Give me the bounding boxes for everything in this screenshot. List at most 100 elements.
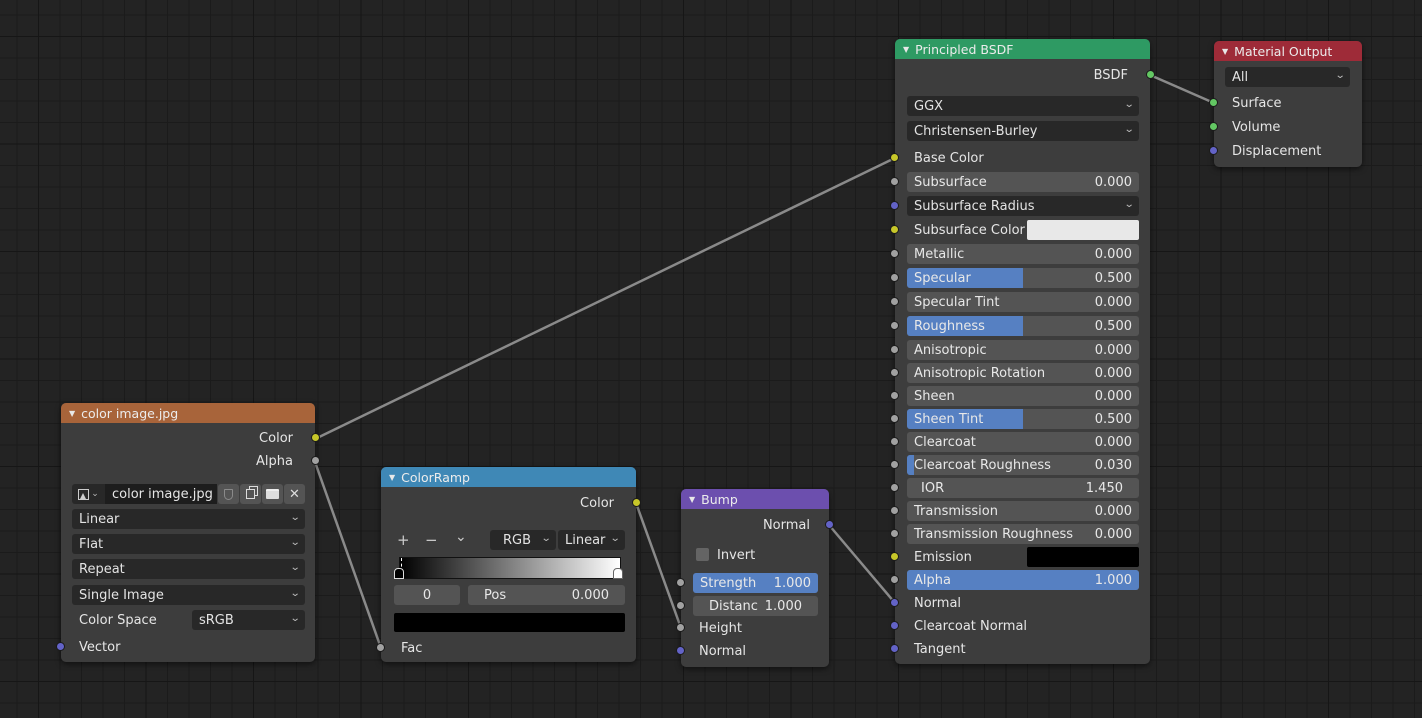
alpha-field[interactable]: Alpha 1.000 bbox=[907, 570, 1139, 590]
input-distance-socket[interactable] bbox=[676, 601, 685, 610]
color-stop-handle-black[interactable] bbox=[394, 568, 404, 579]
strength-field[interactable]: Strength 1.000 bbox=[693, 573, 818, 593]
input-metallic-socket[interactable] bbox=[890, 249, 899, 258]
input-sheen-socket[interactable] bbox=[890, 391, 899, 400]
input-anisotropic-socket[interactable] bbox=[890, 345, 899, 354]
input-sheen-tint-socket[interactable] bbox=[890, 414, 899, 423]
image-node-header[interactable]: ▼ color image.jpg bbox=[61, 403, 315, 423]
input-subsurface-radius-socket[interactable] bbox=[890, 201, 899, 210]
collapse-triangle-icon[interactable]: ▼ bbox=[69, 409, 75, 418]
input-roughness-socket[interactable] bbox=[890, 321, 899, 330]
subsurface-field[interactable]: Subsurface 0.000 bbox=[907, 172, 1139, 192]
color-space-dropdown[interactable]: sRGB ⌄ bbox=[192, 610, 305, 630]
collapse-triangle-icon[interactable]: ▼ bbox=[389, 473, 395, 482]
input-ior-socket[interactable] bbox=[890, 483, 899, 492]
sheen-label: Sheen bbox=[914, 388, 955, 404]
input-normal-socket[interactable] bbox=[676, 646, 685, 655]
input-subsurface-socket[interactable] bbox=[890, 177, 899, 186]
input-specular-tint-socket[interactable] bbox=[890, 297, 899, 306]
metallic-field[interactable]: Metallic 0.000 bbox=[907, 244, 1139, 264]
specular-tint-field[interactable]: Specular Tint 0.000 bbox=[907, 292, 1139, 312]
colorramp-node[interactable]: ▼ ColorRamp Color + − ⌄ RGB ⌄ Linear ⌄ 0 P… bbox=[376, 467, 641, 662]
color-ramp-gradient[interactable] bbox=[399, 557, 621, 579]
bsdf-node-header[interactable]: ▼ Principled BSDF bbox=[895, 39, 1150, 59]
specular-tint-value: 0.000 bbox=[1094, 294, 1132, 310]
input-volume-socket[interactable] bbox=[1209, 122, 1218, 131]
input-clearcoat-roughness-socket[interactable] bbox=[890, 460, 899, 469]
extension-dropdown[interactable]: Repeat ⌄ bbox=[72, 559, 305, 579]
input-tangent-socket[interactable] bbox=[890, 644, 899, 653]
subsurface-color-swatch[interactable] bbox=[1027, 220, 1139, 240]
input-alpha-socket[interactable] bbox=[890, 575, 899, 584]
anisotropic-field[interactable]: Anisotropic 0.000 bbox=[907, 340, 1139, 360]
input-fac-socket[interactable] bbox=[376, 643, 385, 652]
source-dropdown[interactable]: Single Image ⌄ bbox=[72, 585, 305, 605]
fake-user-button[interactable] bbox=[218, 484, 239, 504]
interpolation-dropdown[interactable]: Linear ⌄ bbox=[72, 509, 305, 529]
anisotropic-rotation-field[interactable]: Anisotropic Rotation 0.000 bbox=[907, 363, 1139, 383]
output-alpha-socket[interactable] bbox=[311, 456, 320, 465]
output-color-socket[interactable] bbox=[311, 433, 320, 442]
input-specular-socket[interactable] bbox=[890, 273, 899, 282]
color-stop-handle-white[interactable] bbox=[613, 568, 623, 579]
duplicate-button[interactable] bbox=[240, 484, 261, 504]
specular-field[interactable]: Specular 0.500 bbox=[907, 268, 1139, 288]
distribution-dropdown[interactable]: GGX ⌄ bbox=[907, 96, 1139, 116]
bump-node[interactable]: ▼ Bump Normal Invert Strength 1.000 Dist… bbox=[676, 489, 834, 667]
input-surface-socket[interactable] bbox=[1209, 98, 1218, 107]
input-subsurface-color-socket[interactable] bbox=[890, 225, 899, 234]
material-output-node[interactable]: ▼ Material Output All ⌄ Surface Volume Di… bbox=[1209, 41, 1362, 167]
add-stop-button[interactable]: + bbox=[397, 531, 410, 549]
remove-stop-button[interactable]: − bbox=[425, 531, 438, 549]
input-anisotropic-rotation-socket[interactable] bbox=[890, 368, 899, 377]
bump-node-header[interactable]: ▼ Bump bbox=[681, 489, 829, 509]
ramp-interpolation-dropdown[interactable]: Linear ⌄ bbox=[558, 530, 625, 550]
collapse-triangle-icon[interactable]: ▼ bbox=[689, 495, 695, 504]
collapse-triangle-icon[interactable]: ▼ bbox=[903, 45, 909, 54]
transmission-field[interactable]: Transmission 0.000 bbox=[907, 501, 1139, 521]
colorramp-node-header[interactable]: ▼ ColorRamp bbox=[381, 467, 636, 487]
clearcoat-roughness-field[interactable]: Clearcoat Roughness 0.030 bbox=[907, 455, 1139, 475]
image-texture-node[interactable]: ▼ color image.jpg Color Alpha ⌄ color im… bbox=[56, 403, 320, 662]
stop-color-swatch[interactable] bbox=[394, 613, 625, 632]
input-clearcoat-normal-socket[interactable] bbox=[890, 621, 899, 630]
input-strength-socket[interactable] bbox=[676, 578, 685, 587]
emission-swatch[interactable] bbox=[1027, 547, 1139, 567]
unlink-image-button[interactable]: ✕ bbox=[284, 484, 305, 504]
active-stop-index-field[interactable]: 0 bbox=[394, 585, 460, 605]
input-clearcoat-socket[interactable] bbox=[890, 437, 899, 446]
roughness-field[interactable]: Roughness 0.500 bbox=[907, 316, 1139, 336]
output-normal-socket[interactable] bbox=[825, 520, 834, 529]
ramp-menu-button[interactable]: ⌄ bbox=[455, 529, 467, 545]
input-base-color-socket[interactable] bbox=[890, 153, 899, 162]
input-emission-socket[interactable] bbox=[890, 552, 899, 561]
output-color-socket[interactable] bbox=[632, 498, 641, 507]
input-height-socket[interactable] bbox=[676, 623, 685, 632]
collapse-triangle-icon[interactable]: ▼ bbox=[1222, 47, 1228, 56]
transmission-roughness-field[interactable]: Transmission Roughness 0.000 bbox=[907, 524, 1139, 544]
image-name-field[interactable]: color image.jpg bbox=[105, 484, 217, 504]
principled-bsdf-node[interactable]: ▼ Principled BSDF BSDF GGX ⌄ Christensen-… bbox=[890, 39, 1155, 664]
input-displacement-socket[interactable] bbox=[1209, 146, 1218, 155]
projection-dropdown[interactable]: Flat ⌄ bbox=[72, 534, 305, 554]
open-image-button[interactable] bbox=[262, 484, 283, 504]
ior-field[interactable]: IOR 1.450 bbox=[907, 478, 1139, 498]
output-node-header[interactable]: ▼ Material Output bbox=[1214, 41, 1362, 61]
color-mode-dropdown[interactable]: RGB ⌄ bbox=[490, 530, 556, 550]
input-transmission-socket[interactable] bbox=[890, 506, 899, 515]
sheen-field[interactable]: Sheen 0.000 bbox=[907, 386, 1139, 406]
distance-field[interactable]: Distanc 1.000 bbox=[693, 596, 818, 616]
output-target-dropdown[interactable]: All ⌄ bbox=[1225, 67, 1350, 87]
input-transmission-roughness-socket[interactable] bbox=[890, 529, 899, 538]
image-browse-button[interactable]: ⌄ bbox=[72, 484, 105, 504]
output-bsdf-socket[interactable] bbox=[1146, 70, 1155, 79]
input-vector-socket[interactable] bbox=[56, 642, 65, 651]
subsurface-radius-dropdown[interactable]: Subsurface Radius ⌄ bbox=[907, 196, 1139, 216]
stop-position-field[interactable]: Pos 0.000 bbox=[468, 585, 625, 605]
invert-checkbox[interactable] bbox=[696, 548, 709, 561]
strength-label: Strength bbox=[700, 575, 757, 591]
subsurface-method-dropdown[interactable]: Christensen-Burley ⌄ bbox=[907, 121, 1139, 141]
input-normal-socket[interactable] bbox=[890, 598, 899, 607]
sheen-tint-field[interactable]: Sheen Tint 0.500 bbox=[907, 409, 1139, 429]
clearcoat-field[interactable]: Clearcoat 0.000 bbox=[907, 432, 1139, 452]
